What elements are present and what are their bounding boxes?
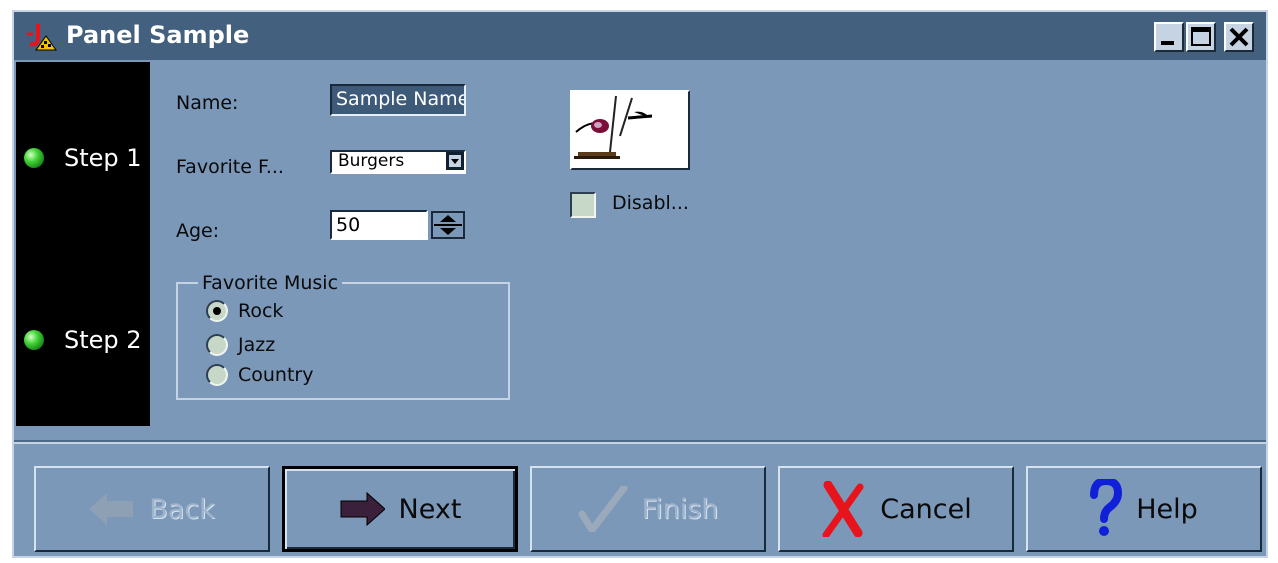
favorite-food-label: Favorite F... bbox=[176, 156, 284, 178]
finish-button[interactable]: Finish bbox=[530, 466, 766, 552]
panel-sample-window: Panel Sample Step 1 Step 2 Name: Sample … bbox=[12, 10, 1268, 558]
close-button[interactable] bbox=[1224, 22, 1254, 52]
radio-jazz[interactable]: Jazz bbox=[206, 334, 275, 356]
minimize-button[interactable] bbox=[1154, 22, 1184, 52]
title-bar[interactable]: Panel Sample bbox=[14, 12, 1266, 60]
step-item-2[interactable]: Step 2 bbox=[24, 324, 142, 356]
name-label: Name: bbox=[176, 92, 239, 114]
radio-country[interactable]: Country bbox=[206, 364, 313, 386]
age-label: Age: bbox=[176, 220, 220, 242]
spinner-arrows-icon bbox=[431, 211, 465, 239]
radio-unselected-icon[interactable] bbox=[206, 334, 228, 356]
checkmark-icon bbox=[578, 486, 628, 532]
favorite-food-select[interactable]: Burgers bbox=[330, 150, 466, 174]
close-icon bbox=[1229, 27, 1249, 47]
disable-checkbox-label: Disabl... bbox=[612, 192, 689, 214]
cancel-button[interactable]: Cancel bbox=[778, 466, 1014, 552]
separator-line bbox=[14, 440, 1266, 444]
java-app-icon bbox=[27, 24, 57, 51]
favorite-food-value: Burgers bbox=[338, 151, 405, 171]
step-panel: Step 1 Step 2 bbox=[16, 62, 150, 426]
abstract-picture-icon bbox=[572, 92, 688, 168]
next-label: Next bbox=[398, 493, 462, 525]
radio-rock[interactable]: Rock bbox=[206, 300, 283, 322]
green-led-icon bbox=[24, 330, 44, 350]
age-spinner[interactable] bbox=[430, 210, 466, 240]
help-label: Help bbox=[1136, 493, 1198, 525]
next-button[interactable]: Next bbox=[282, 466, 518, 552]
maximize-button[interactable] bbox=[1186, 22, 1216, 52]
radio-label: Rock bbox=[238, 300, 284, 322]
arrow-left-icon bbox=[89, 491, 135, 527]
help-question-icon bbox=[1090, 479, 1123, 539]
name-input[interactable]: Sample Name bbox=[330, 84, 466, 116]
disable-checkbox[interactable] bbox=[570, 192, 596, 218]
radio-unselected-icon[interactable] bbox=[206, 364, 228, 386]
minimize-icon bbox=[1161, 41, 1174, 45]
image-button[interactable] bbox=[570, 90, 690, 170]
dropdown-button[interactable] bbox=[446, 152, 464, 170]
age-input[interactable]: 50 bbox=[330, 210, 428, 240]
finish-label: Finish bbox=[641, 493, 719, 525]
radio-selected-icon[interactable] bbox=[206, 300, 228, 322]
cancel-label: Cancel bbox=[880, 493, 972, 525]
arrow-right-icon bbox=[339, 491, 385, 527]
chevron-down-icon bbox=[449, 155, 461, 167]
radio-label: Jazz bbox=[238, 334, 276, 356]
red-x-icon bbox=[820, 481, 866, 537]
step-item-1[interactable]: Step 1 bbox=[24, 142, 142, 174]
help-button[interactable]: Help bbox=[1026, 466, 1262, 552]
window-title: Panel Sample bbox=[66, 21, 250, 49]
step-label: Step 2 bbox=[64, 326, 142, 354]
green-led-icon bbox=[24, 148, 44, 168]
favorite-music-title: Favorite Music bbox=[198, 272, 343, 294]
step-label: Step 1 bbox=[64, 144, 142, 172]
back-label: Back bbox=[149, 493, 215, 525]
radio-label: Country bbox=[238, 364, 314, 386]
maximize-icon bbox=[1191, 27, 1211, 46]
back-button[interactable]: Back bbox=[34, 466, 270, 552]
